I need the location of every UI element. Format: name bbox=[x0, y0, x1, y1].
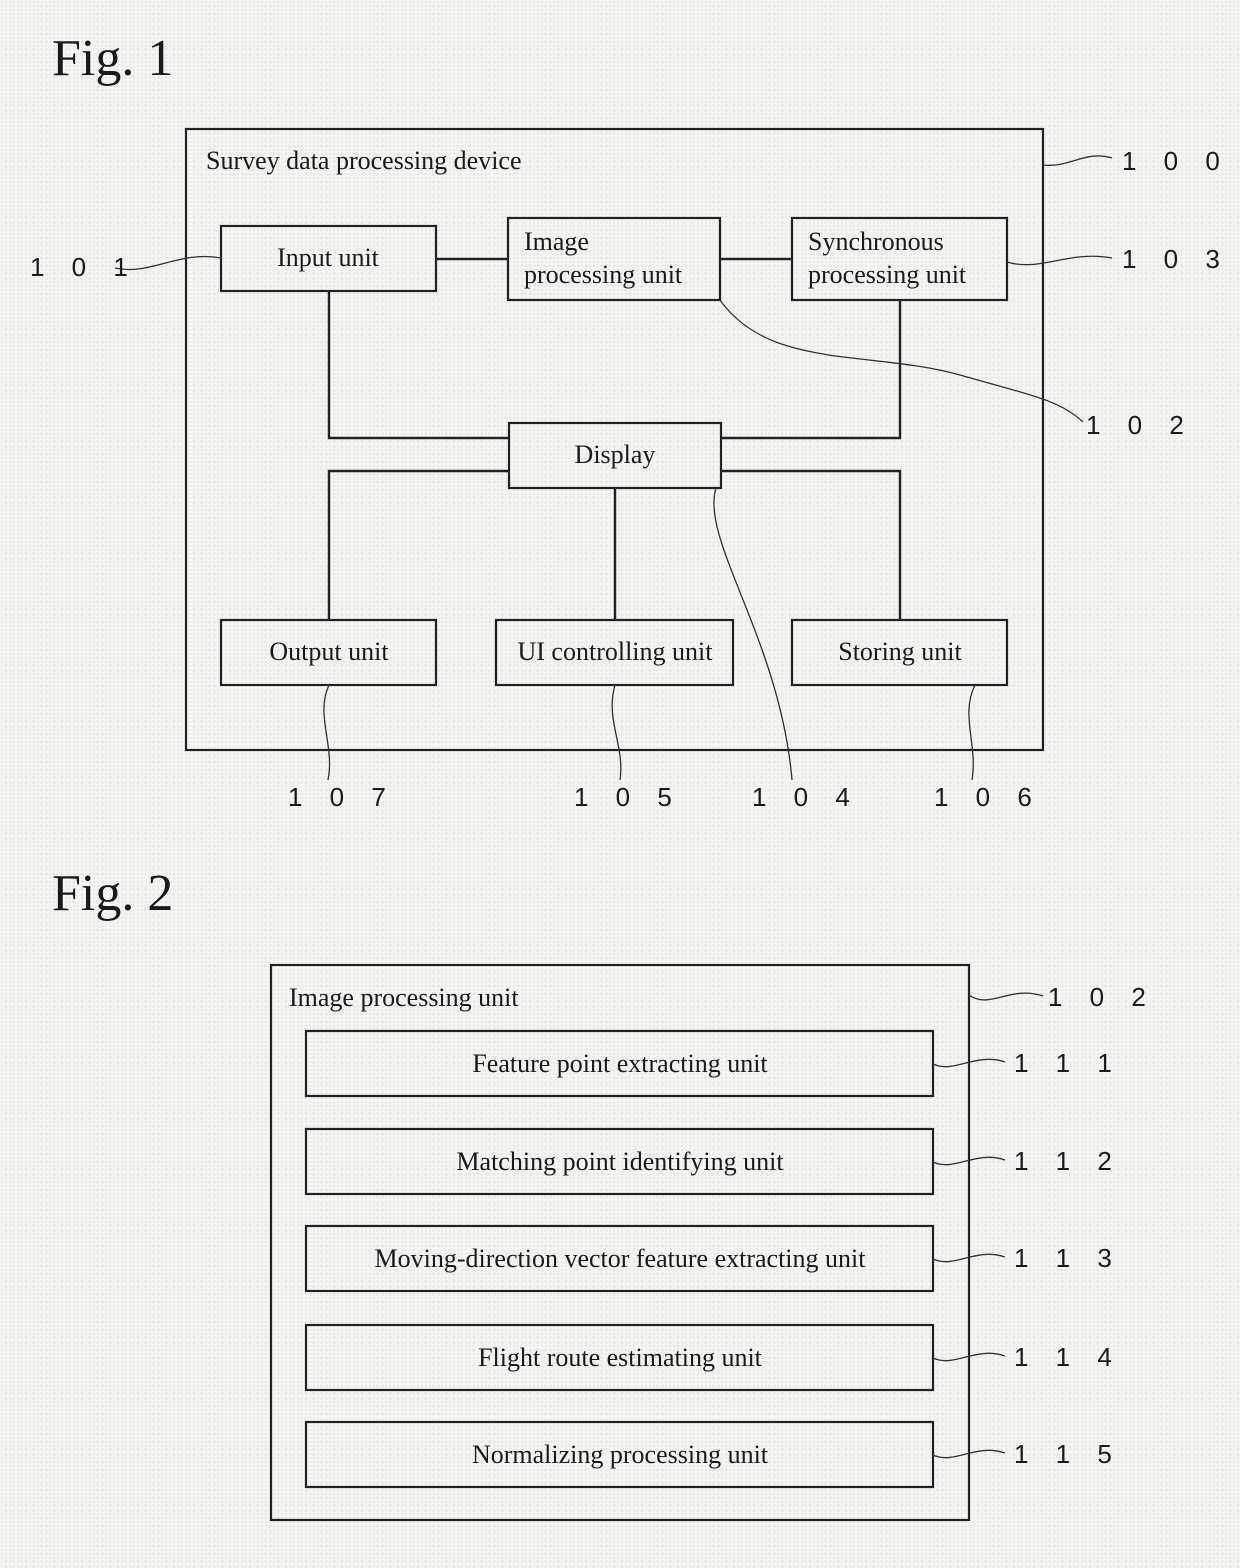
leader-fig2-102 bbox=[968, 992, 1044, 1001]
fig2-unit-ref: 1 1 1 bbox=[1014, 1048, 1122, 1078]
fig1-title: Fig. 1 bbox=[52, 30, 173, 87]
ref-105: 1 0 5 bbox=[574, 782, 682, 812]
output-unit-label: Output unit bbox=[269, 637, 389, 666]
display-block: Display bbox=[507, 421, 723, 490]
fig2-unit-ref: 1 1 5 bbox=[1014, 1439, 1122, 1469]
fig2-unit-label: Matching point identifying unit bbox=[456, 1147, 784, 1176]
synchronous-processing-unit-label-line1: Synchronous bbox=[808, 227, 944, 256]
synchronous-processing-unit-block: Synchronous processing unit bbox=[790, 216, 1009, 302]
fig2-unit-row: Flight route estimating unit 1 1 4 bbox=[304, 1323, 1122, 1392]
fig2-unit-label: Normalizing processing unit bbox=[472, 1440, 769, 1469]
image-processing-unit-block: Image processing unit bbox=[506, 216, 722, 302]
leader-100 bbox=[1042, 155, 1113, 166]
survey-device-label: Survey data processing device bbox=[206, 146, 522, 175]
synchronous-processing-unit-label-line2: processing unit bbox=[808, 260, 967, 289]
leader-106 bbox=[968, 684, 976, 781]
leader-104 bbox=[713, 487, 793, 781]
ui-controlling-unit-block: UI controlling unit bbox=[494, 618, 735, 687]
fig2-unit-row: Matching point identifying unit 1 1 2 bbox=[304, 1127, 1122, 1196]
fig2-unit-label: Moving-direction vector feature extracti… bbox=[375, 1244, 867, 1273]
wire-sync-display bbox=[721, 300, 902, 440]
output-unit-block: Output unit bbox=[219, 618, 438, 687]
ref-101: 1 0 1 bbox=[30, 252, 138, 282]
ref-102: 1 0 2 bbox=[1086, 410, 1194, 440]
fig2-unit-ref: 1 1 3 bbox=[1014, 1243, 1122, 1273]
leader-102 bbox=[719, 299, 1084, 423]
ref-103: 1 0 3 bbox=[1122, 244, 1230, 274]
storing-unit-label: Storing unit bbox=[838, 637, 962, 666]
fig2-title: Fig. 2 bbox=[52, 865, 173, 922]
image-processing-frame-label: Image processing unit bbox=[289, 983, 519, 1012]
ui-controlling-unit-label: UI controlling unit bbox=[518, 637, 714, 666]
fig2-unit-row: Normalizing processing unit 1 1 5 bbox=[304, 1420, 1122, 1489]
ref-107: 1 0 7 bbox=[288, 782, 396, 812]
ref-100: 1 0 0 bbox=[1122, 146, 1230, 176]
leader-105 bbox=[611, 684, 622, 781]
fig2-unit-row: Feature point extracting unit 1 1 1 bbox=[304, 1029, 1122, 1098]
leader-103 bbox=[1006, 255, 1113, 266]
wire-display-storing bbox=[721, 469, 902, 620]
fig1-reference-numerals: 1 0 0 1 0 1 1 0 2 1 0 3 1 0 4 1 0 5 1 0 … bbox=[30, 146, 1230, 812]
image-processing-unit-label-line1: Image bbox=[524, 227, 589, 256]
fig2-unit-label: Flight route estimating unit bbox=[478, 1343, 763, 1372]
wire-display-output bbox=[327, 469, 509, 620]
fig2-unit-label: Feature point extracting unit bbox=[472, 1049, 768, 1078]
fig2-unit-ref: 1 1 4 bbox=[1014, 1342, 1122, 1372]
storing-unit-block: Storing unit bbox=[790, 618, 1009, 687]
fig2-unit-ref: 1 1 2 bbox=[1014, 1146, 1122, 1176]
fig2-units: Feature point extracting unit 1 1 1 Matchi… bbox=[304, 1029, 1122, 1489]
wire-input-display bbox=[327, 291, 509, 440]
ref-106: 1 0 6 bbox=[934, 782, 1042, 812]
input-unit-label: Input unit bbox=[277, 243, 380, 272]
ref-104: 1 0 4 bbox=[752, 782, 860, 812]
image-processing-unit-label-line2: processing unit bbox=[524, 260, 683, 289]
fig2-unit-row: Moving-direction vector feature extracti… bbox=[304, 1224, 1122, 1293]
input-unit-block: Input unit bbox=[219, 224, 438, 293]
patent-diagram: Fig. 1 Survey data processing device Inp… bbox=[30, 30, 1230, 1522]
leader-107 bbox=[323, 684, 331, 781]
display-label: Display bbox=[575, 440, 656, 469]
ref-fig2-102: 1 0 2 bbox=[1048, 982, 1156, 1012]
